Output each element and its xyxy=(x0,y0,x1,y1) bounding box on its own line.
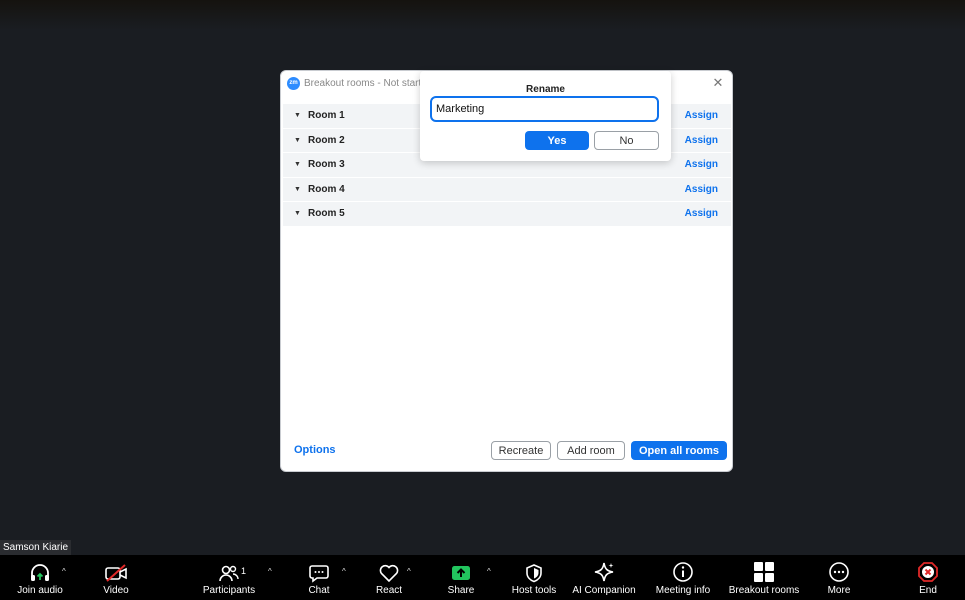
window-top-strip xyxy=(0,0,965,30)
chat-icon xyxy=(308,555,330,583)
end-button[interactable]: End xyxy=(910,555,946,600)
video-button[interactable]: Video xyxy=(95,555,137,600)
chat-chevron-icon[interactable]: ^ xyxy=(342,567,346,576)
join-audio-button[interactable]: Join audio xyxy=(12,555,68,600)
react-label: React xyxy=(375,585,403,596)
sparkle-icon xyxy=(593,555,615,583)
zoom-logo-icon: zm xyxy=(287,76,300,90)
assign-link[interactable]: Assign xyxy=(685,135,718,146)
more-icon xyxy=(828,555,850,583)
breakout-rooms-button[interactable]: Breakout rooms xyxy=(727,555,801,600)
info-icon xyxy=(672,555,694,583)
shield-icon xyxy=(523,555,545,583)
rename-popup: Rename Yes No xyxy=(420,71,671,161)
room-row[interactable]: ▼ Room 4 Assign xyxy=(283,177,731,202)
chevron-down-icon[interactable]: ▼ xyxy=(294,112,302,119)
dialog-title: Breakout rooms - Not started xyxy=(304,77,433,89)
room-name: Room 5 xyxy=(308,208,345,220)
chat-label: Chat xyxy=(308,585,330,596)
yes-button[interactable]: Yes xyxy=(525,131,589,150)
recreate-button[interactable]: Recreate xyxy=(491,441,551,460)
room-name: Room 1 xyxy=(308,110,345,122)
ai-companion-label: AI Companion xyxy=(572,585,636,596)
react-button[interactable]: React xyxy=(370,555,408,600)
more-button[interactable]: More xyxy=(821,555,857,600)
video-label: Video xyxy=(103,585,129,596)
share-screen-icon xyxy=(450,555,472,583)
room-name: Room 4 xyxy=(308,183,345,195)
end-call-icon xyxy=(917,555,939,583)
participants-label: Participants xyxy=(202,585,256,596)
participant-name-tag: Samson Kiarie xyxy=(0,540,72,555)
host-tools-label: Host tools xyxy=(511,585,557,596)
chevron-down-icon[interactable]: ▼ xyxy=(294,137,302,144)
meeting-info-label: Meeting info xyxy=(655,585,711,596)
no-button[interactable]: No xyxy=(594,131,659,150)
rename-input[interactable] xyxy=(430,96,659,122)
breakout-rooms-label: Breakout rooms xyxy=(728,585,800,596)
host-tools-button[interactable]: Host tools xyxy=(508,555,560,600)
ai-companion-button[interactable]: AI Companion xyxy=(571,555,637,600)
more-label: More xyxy=(827,585,851,596)
end-label: End xyxy=(919,585,937,596)
assign-link[interactable]: Assign xyxy=(685,159,718,170)
options-link[interactable]: Options xyxy=(294,444,336,456)
assign-link[interactable]: Assign xyxy=(685,110,718,121)
meeting-toolbar: Join audio ^ Video Participants 1 ^ Chat… xyxy=(0,555,965,600)
headphones-icon xyxy=(29,555,51,583)
assign-link[interactable]: Assign xyxy=(685,208,718,219)
breakout-rooms-icon xyxy=(753,555,775,583)
join-audio-label: Join audio xyxy=(17,585,63,596)
close-icon[interactable]: ✕ xyxy=(710,75,726,91)
chevron-down-icon[interactable]: ▼ xyxy=(294,186,302,193)
room-name: Room 3 xyxy=(308,159,345,171)
share-button[interactable]: Share xyxy=(442,555,480,600)
video-off-icon xyxy=(104,555,128,583)
chevron-down-icon[interactable]: ▼ xyxy=(294,161,302,168)
participants-button[interactable]: Participants xyxy=(198,555,260,600)
participants-chevron-icon[interactable]: ^ xyxy=(268,567,272,576)
share-label: Share xyxy=(447,585,475,596)
room-row[interactable]: ▼ Room 5 Assign xyxy=(283,202,731,227)
open-all-rooms-button[interactable]: Open all rooms xyxy=(631,441,727,460)
meeting-info-button[interactable]: Meeting info xyxy=(652,555,714,600)
chat-button[interactable]: Chat xyxy=(300,555,338,600)
rename-title: Rename xyxy=(526,84,565,95)
audio-options-chevron-icon[interactable]: ^ xyxy=(62,567,66,576)
room-name: Room 2 xyxy=(308,134,345,146)
add-room-button[interactable]: Add room xyxy=(557,441,625,460)
dialog-footer: Options Recreate Add room Open all rooms xyxy=(281,435,732,471)
react-chevron-icon[interactable]: ^ xyxy=(407,567,411,576)
participants-icon xyxy=(218,555,240,583)
heart-icon xyxy=(378,555,400,583)
assign-link[interactable]: Assign xyxy=(685,184,718,195)
participants-count: 1 xyxy=(241,566,247,576)
chevron-down-icon[interactable]: ▼ xyxy=(294,210,302,217)
share-chevron-icon[interactable]: ^ xyxy=(487,567,491,576)
